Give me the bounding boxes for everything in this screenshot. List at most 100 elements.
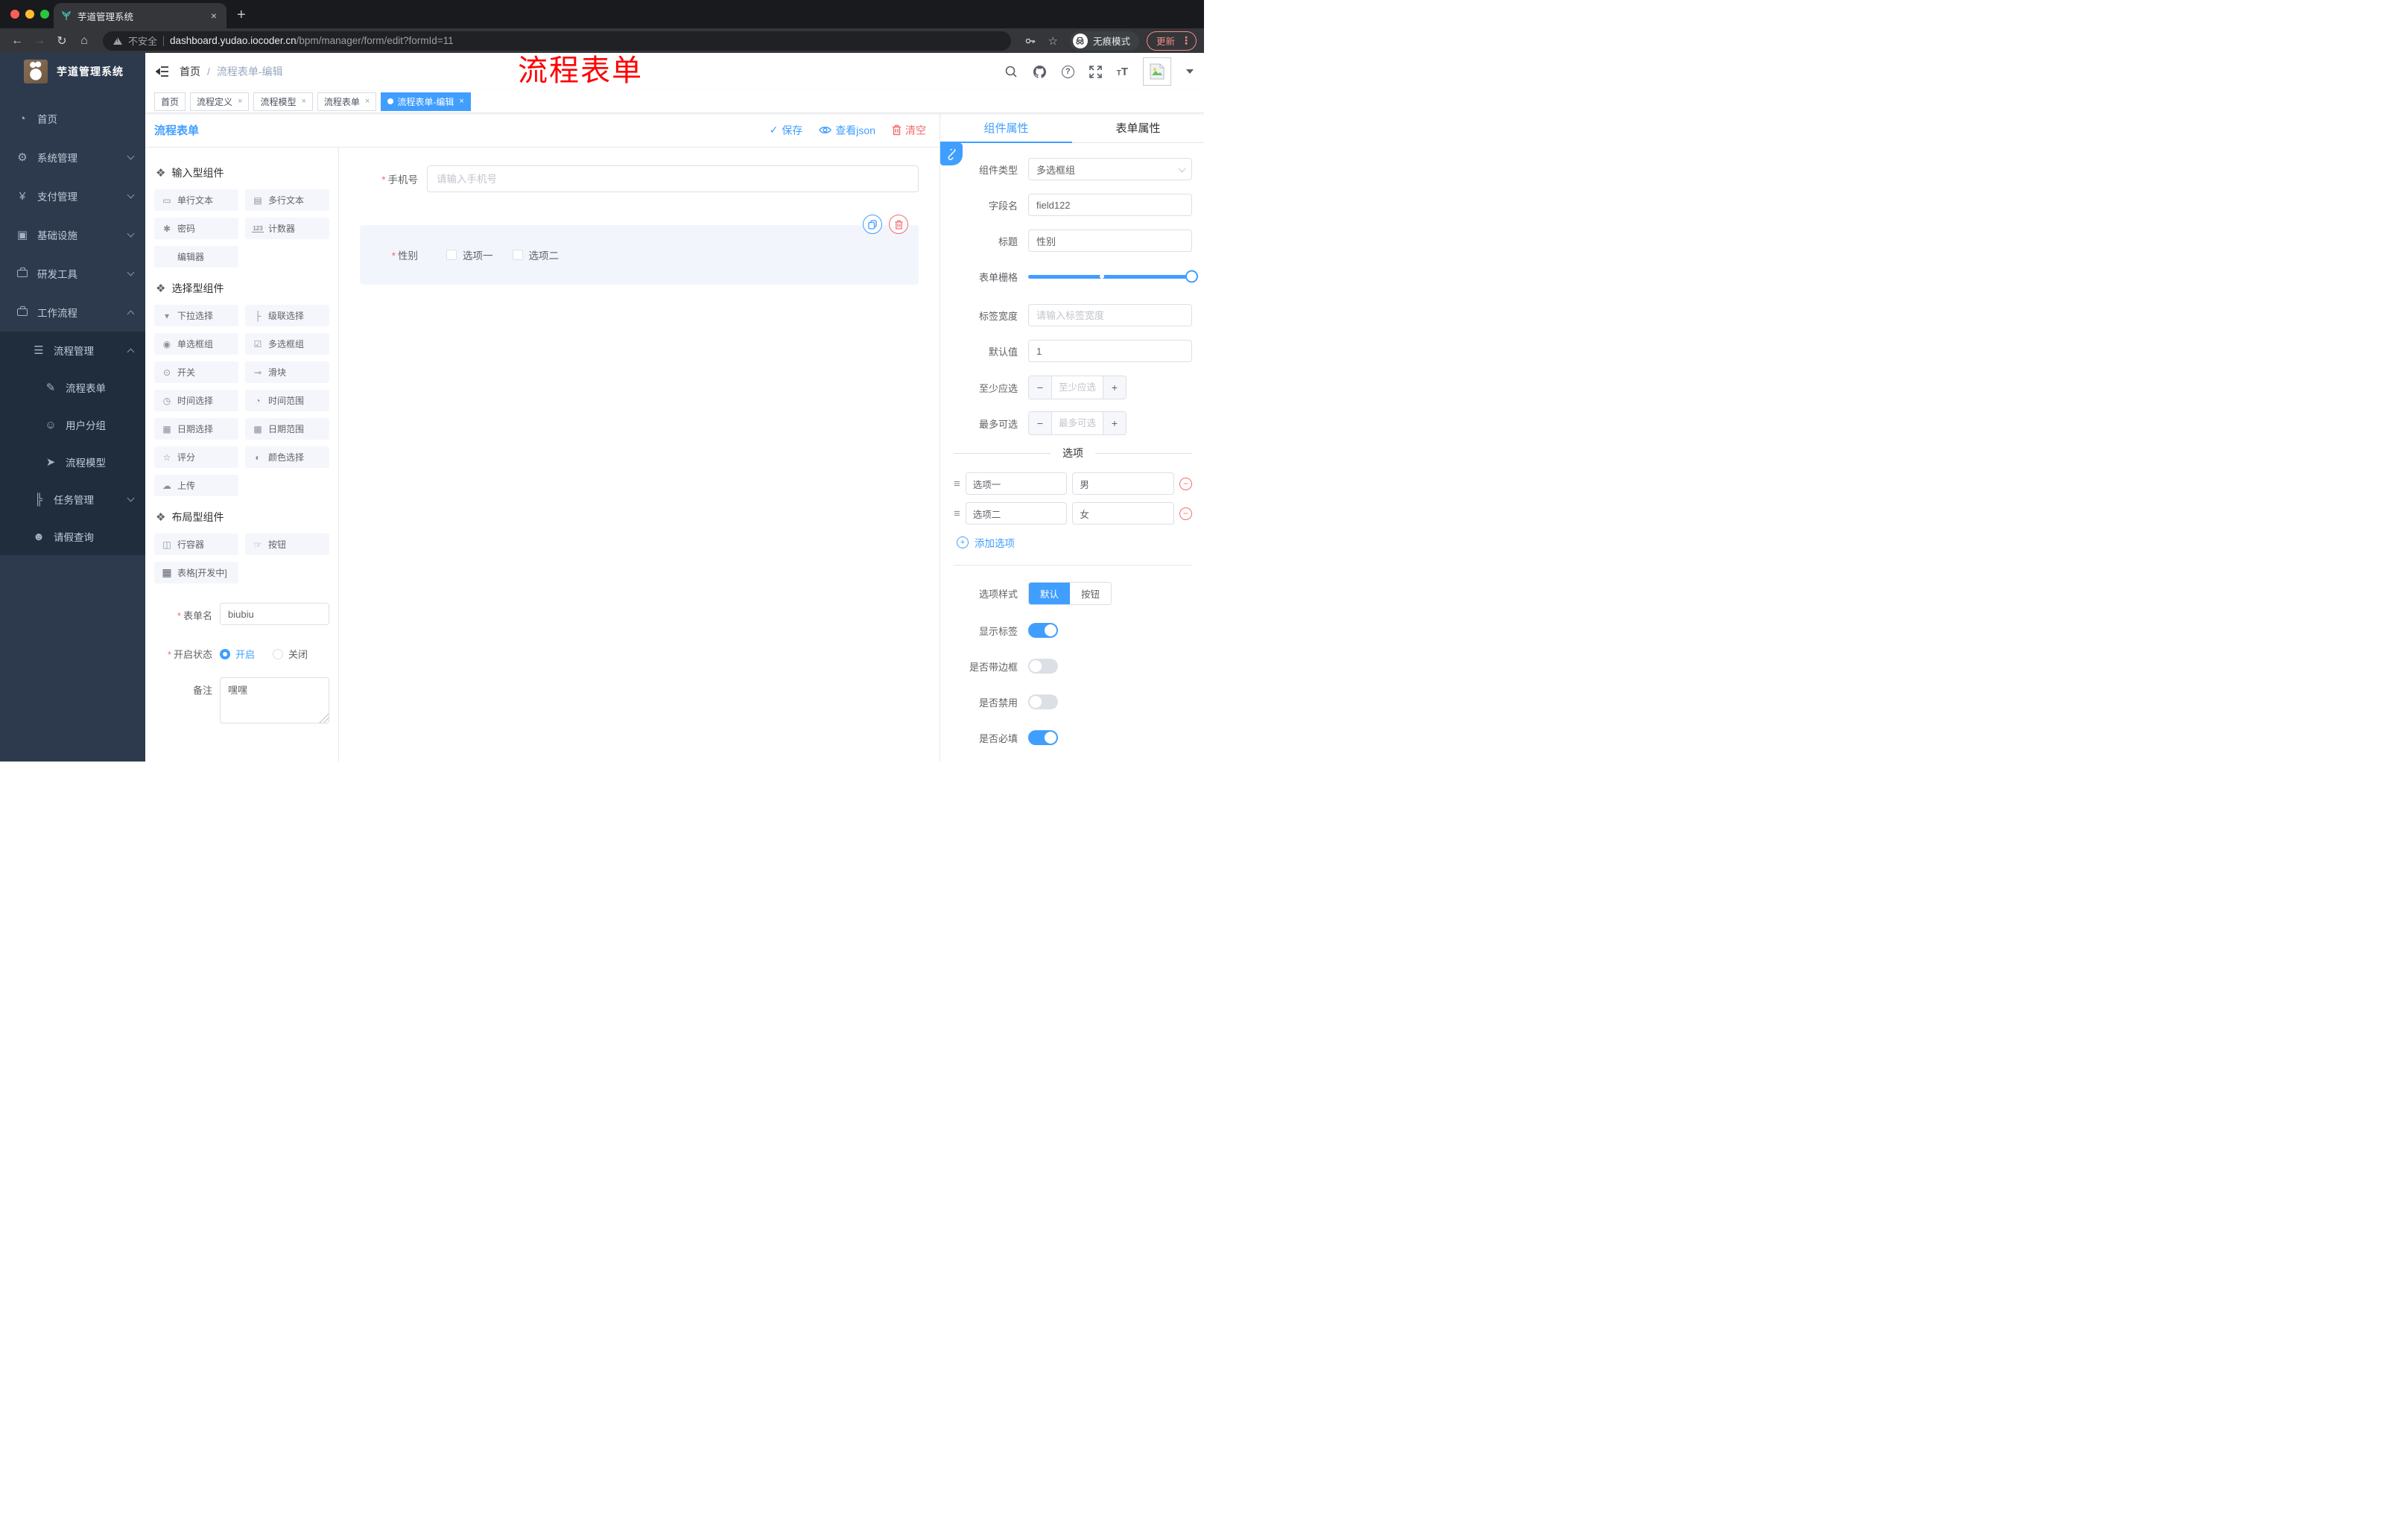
border-toggle[interactable] <box>1028 659 1058 674</box>
remove-option-button[interactable]: − <box>1179 507 1193 520</box>
close-icon[interactable]: × <box>301 97 305 106</box>
disabled-toggle[interactable] <box>1028 694 1058 709</box>
component-select[interactable]: ▾ 下拉选择 <box>154 305 238 326</box>
phone-field-input[interactable] <box>427 165 919 192</box>
increase-button[interactable]: + <box>1103 412 1126 434</box>
phone-field-row[interactable]: 手机号 <box>360 165 919 192</box>
option-1-value-input[interactable] <box>1072 472 1175 495</box>
tag-process-model[interactable]: 流程模型 × <box>253 92 313 111</box>
component-switch[interactable]: ⊙ 开关 <box>154 361 238 383</box>
option-2-value-input[interactable] <box>1072 502 1175 525</box>
form-grid-slider[interactable] <box>1028 265 1198 288</box>
sidebar-item-home[interactable]: ◔ 首页 <box>0 99 145 138</box>
reload-icon[interactable]: ↻ <box>52 34 72 48</box>
breadcrumb-home[interactable]: 首页 <box>180 64 200 79</box>
default-value-input[interactable] <box>1028 340 1192 362</box>
component-editor[interactable]: 编辑器 <box>154 246 238 267</box>
decrease-button[interactable]: − <box>1029 412 1052 434</box>
close-icon[interactable]: × <box>365 97 370 106</box>
sidebar-item-workflow[interactable]: 工作流程 <box>0 293 145 332</box>
add-option-button[interactable]: + 添加选项 <box>957 535 1192 550</box>
checkbox-icon[interactable] <box>446 250 457 260</box>
form-name-input[interactable] <box>220 603 329 625</box>
sidebar-item-user-group[interactable]: ☺ 用户分组 <box>0 406 145 443</box>
minimize-window-button[interactable] <box>25 10 34 19</box>
search-icon[interactable] <box>1004 65 1018 78</box>
tag-process-form-edit[interactable]: 流程表单-编辑 × <box>381 92 471 111</box>
tag-home[interactable]: 首页 <box>154 92 186 111</box>
home-icon[interactable]: ⌂ <box>75 34 94 48</box>
delete-component-button[interactable] <box>889 215 908 234</box>
avatar[interactable] <box>1143 57 1171 86</box>
sidebar-item-payment[interactable]: ¥ 支付管理 <box>0 177 145 215</box>
tab-component-props[interactable]: 组件属性 <box>940 113 1072 143</box>
gender-option-2[interactable]: 选项二 <box>512 247 559 262</box>
slider-handle[interactable] <box>1185 270 1198 283</box>
show-label-toggle[interactable] <box>1028 623 1058 638</box>
sidebar-item-infra[interactable]: ▣ 基础设施 <box>0 215 145 254</box>
close-icon[interactable]: × <box>238 97 242 106</box>
window-controls[interactable] <box>10 10 49 19</box>
clear-button[interactable]: 清空 <box>892 123 926 138</box>
field-name-input[interactable] <box>1028 194 1192 216</box>
back-icon[interactable]: ← <box>7 34 27 48</box>
max-select-input[interactable] <box>1052 412 1103 434</box>
help-icon[interactable]: ? <box>1061 65 1074 78</box>
password-key-icon[interactable] <box>1024 35 1036 47</box>
maximize-window-button[interactable] <box>40 10 49 19</box>
forward-icon[interactable]: → <box>30 34 49 48</box>
label-width-input[interactable] <box>1028 304 1192 326</box>
component-slider[interactable]: ⊸ 滑块 <box>245 361 329 383</box>
option-2-name-input[interactable] <box>965 502 1068 525</box>
close-tab-icon[interactable]: × <box>209 10 219 22</box>
sidebar-item-process-form[interactable]: ✎ 流程表单 <box>0 369 145 406</box>
selected-component-block[interactable]: 性别 选项一 选项二 <box>360 215 919 285</box>
component-checkbox-group[interactable]: ☑ 多选框组 <box>245 333 329 355</box>
title-input[interactable] <box>1028 229 1192 252</box>
slider-rail[interactable] <box>1028 270 1198 283</box>
chevron-down-icon[interactable] <box>1186 69 1194 74</box>
min-select-input[interactable] <box>1052 376 1103 399</box>
option-1-name-input[interactable] <box>965 472 1068 495</box>
form-remark-textarea[interactable]: 嘿嘿 <box>220 677 329 723</box>
component-date-picker[interactable]: ▦ 日期选择 <box>154 418 238 440</box>
decrease-button[interactable]: − <box>1029 376 1052 399</box>
save-button[interactable]: ✓ 保存 <box>770 123 803 138</box>
sidebar-item-process-model[interactable]: ➤ 流程模型 <box>0 443 145 481</box>
component-upload[interactable]: ☁ 上传 <box>154 475 238 496</box>
gender-option-1[interactable]: 选项一 <box>446 247 493 262</box>
component-row-container[interactable]: ◫ 行容器 <box>154 533 238 555</box>
bookmark-star-icon[interactable]: ☆ <box>1048 34 1058 48</box>
component-multi-line-text[interactable]: ▤ 多行文本 <box>245 189 329 211</box>
component-time-range[interactable]: ◔ 时间范围 <box>245 390 329 411</box>
view-json-button[interactable]: 查看json <box>819 123 875 138</box>
status-radio-on[interactable]: 开启 <box>220 647 255 661</box>
sidebar-item-task-mgmt[interactable]: ╠ 任务管理 <box>0 481 145 518</box>
drag-handle-icon[interactable]: ≡ <box>954 507 960 520</box>
component-radio-group[interactable]: ◉ 单选框组 <box>154 333 238 355</box>
tab-form-props[interactable]: 表单属性 <box>1072 113 1204 143</box>
sidebar-fold-icon[interactable] <box>156 66 169 77</box>
tag-process-definition[interactable]: 流程定义 × <box>190 92 250 111</box>
component-type-select[interactable] <box>1028 158 1192 180</box>
checkbox-icon[interactable] <box>512 250 523 260</box>
required-toggle[interactable] <box>1028 730 1058 745</box>
component-time-picker[interactable]: ◷ 时间选择 <box>154 390 238 411</box>
component-button[interactable]: ☞ 按钮 <box>245 533 329 555</box>
component-counter[interactable]: 123 计数器 <box>245 218 329 239</box>
sidebar-item-leave-query[interactable]: ☻ 请假查询 <box>0 518 145 555</box>
remove-option-button[interactable]: − <box>1179 477 1193 490</box>
github-icon[interactable] <box>1033 65 1047 79</box>
component-rate[interactable]: ☆ 评分 <box>154 446 238 468</box>
style-default-button[interactable]: 默认 <box>1029 583 1070 604</box>
tag-process-form[interactable]: 流程表单 × <box>317 92 377 111</box>
component-table[interactable]: ▦ 表格[开发中] <box>154 562 238 583</box>
sidebar-item-devtools[interactable]: 研发工具 <box>0 254 145 293</box>
component-date-range[interactable]: ▩ 日期范围 <box>245 418 329 440</box>
component-type-value[interactable] <box>1028 158 1192 180</box>
status-radio-off[interactable]: 关闭 <box>273 647 308 661</box>
close-window-button[interactable] <box>10 10 19 19</box>
component-password[interactable]: ✱ 密码 <box>154 218 238 239</box>
copy-component-button[interactable] <box>863 215 882 234</box>
close-icon[interactable]: × <box>459 97 463 106</box>
